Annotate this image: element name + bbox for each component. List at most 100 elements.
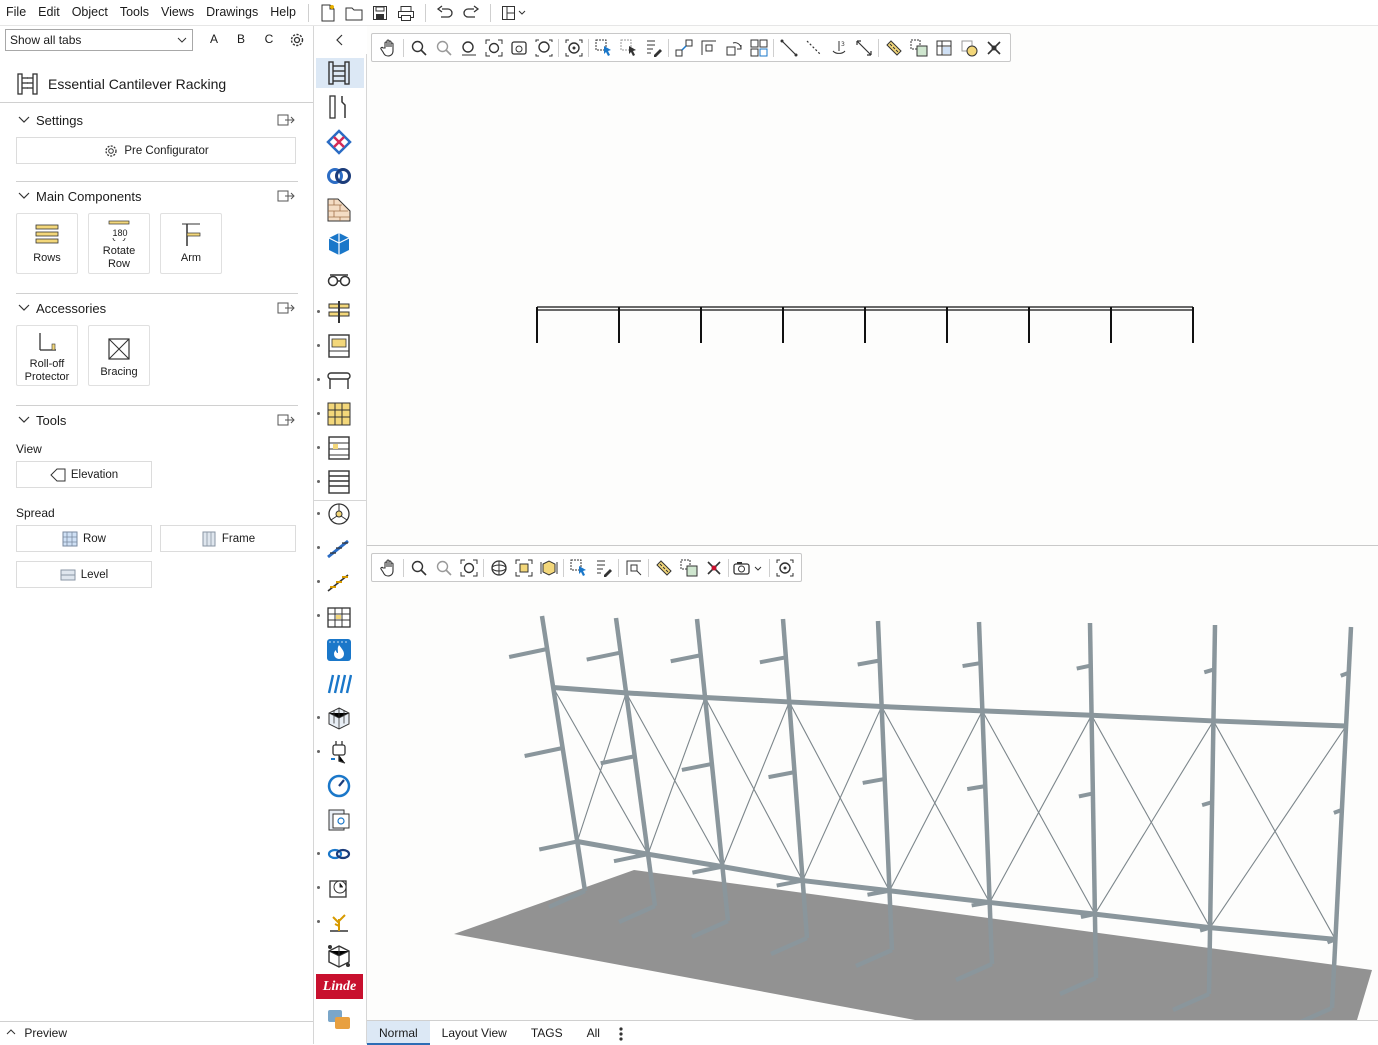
- gauge-icon[interactable]: [326, 773, 352, 799]
- fire-icon[interactable]: [326, 637, 352, 663]
- 3d-viewport[interactable]: [367, 546, 1378, 1020]
- select-edit-icon[interactable]: [591, 556, 616, 580]
- select-icon[interactable]: [566, 556, 591, 580]
- linde-logo[interactable]: Linde: [316, 974, 363, 999]
- tab-normal[interactable]: Normal: [367, 1021, 430, 1045]
- arm-tile[interactable]: Arm: [160, 213, 222, 274]
- rings-icon[interactable]: [326, 163, 352, 189]
- export-icon[interactable]: [277, 414, 295, 429]
- tab-letter-c[interactable]: C: [261, 32, 277, 46]
- cantilever-arm: [862, 776, 886, 785]
- layout-icon[interactable]: [500, 3, 530, 23]
- tab-letter-b[interactable]: B: [233, 32, 249, 46]
- zoom-region-icon[interactable]: [431, 556, 456, 580]
- export-icon[interactable]: [277, 302, 295, 317]
- tab-tags[interactable]: TAGS: [519, 1021, 575, 1045]
- spread-level-button[interactable]: Level: [16, 561, 152, 588]
- tab-letter-a[interactable]: A: [206, 32, 222, 46]
- undo-icon[interactable]: [435, 3, 455, 23]
- stairs-icon[interactable]: [326, 535, 352, 561]
- book-icon[interactable]: [326, 807, 352, 833]
- rotate-row-tile[interactable]: 180 Rotate Row: [88, 213, 150, 274]
- conveyor-icon[interactable]: [326, 367, 352, 393]
- delete-icon[interactable]: [701, 556, 726, 580]
- gear-icon[interactable]: [288, 31, 306, 52]
- plug-icon[interactable]: [326, 739, 352, 765]
- export-icon[interactable]: [277, 114, 295, 129]
- wall-icon[interactable]: [326, 197, 352, 223]
- network-cube-icon[interactable]: [326, 943, 352, 969]
- menu-edit[interactable]: Edit: [32, 0, 66, 25]
- chevron-down-icon: [177, 37, 187, 43]
- 3d-cube-icon[interactable]: [326, 231, 352, 257]
- cantilever-arm: [776, 878, 804, 888]
- cantilever-arm: [759, 655, 787, 665]
- open-folder-icon[interactable]: [344, 3, 364, 23]
- preview-label: Preview: [24, 1026, 68, 1040]
- chevron-down-icon[interactable]: [18, 302, 30, 317]
- menu-file[interactable]: File: [0, 0, 32, 25]
- bracing-icon: [108, 338, 130, 360]
- ramp-icon[interactable]: [326, 671, 353, 697]
- glasses-icon[interactable]: [326, 265, 352, 291]
- racking-icon[interactable]: [326, 60, 352, 86]
- cantilever-arm: [768, 770, 795, 780]
- elevation-button[interactable]: Elevation: [16, 461, 152, 488]
- chain-icon[interactable]: [326, 841, 352, 867]
- chevron-down-icon[interactable]: [18, 114, 30, 129]
- export-icon[interactable]: [277, 190, 295, 205]
- frame-icon: [202, 531, 216, 546]
- chevron-down-icon[interactable]: [18, 190, 30, 205]
- center-view-icon[interactable]: [772, 556, 797, 580]
- hub-icon[interactable]: [326, 501, 352, 527]
- fit-all-icon[interactable]: [511, 556, 536, 580]
- dimension-icon[interactable]: [621, 556, 646, 580]
- view-box-icon[interactable]: [536, 556, 561, 580]
- spread-frame-button[interactable]: Frame: [160, 525, 296, 552]
- collapse-left-icon[interactable]: [334, 33, 346, 50]
- chevron-down-icon[interactable]: [18, 414, 30, 429]
- grid-rack-icon[interactable]: [326, 401, 352, 427]
- chevron-up-icon: [6, 1029, 16, 1035]
- tab-filter-select[interactable]: Show all tabs: [5, 29, 193, 51]
- plant-icon[interactable]: [326, 909, 352, 935]
- print-icon[interactable]: [396, 3, 416, 23]
- menu-help[interactable]: Help: [264, 0, 302, 25]
- stairs-2-icon[interactable]: [326, 569, 352, 595]
- pan-hand-icon[interactable]: [376, 556, 401, 580]
- shelf-icon[interactable]: [326, 435, 352, 461]
- redo-icon[interactable]: [461, 3, 481, 23]
- menu-tools[interactable]: Tools: [114, 0, 155, 25]
- menu-drawings[interactable]: Drawings: [200, 0, 264, 25]
- ladder-icon[interactable]: [326, 469, 352, 495]
- menu-views[interactable]: Views: [155, 0, 200, 25]
- save-icon[interactable]: [370, 3, 390, 23]
- zoom-icon[interactable]: [406, 556, 431, 580]
- clock-icon[interactable]: [326, 875, 352, 901]
- preview-bar[interactable]: Preview: [0, 1021, 313, 1045]
- tab-layout-view[interactable]: Layout View: [430, 1021, 519, 1045]
- beam-icon[interactable]: [326, 299, 352, 325]
- rolloff-protector-tile[interactable]: Roll-off Protector: [16, 325, 78, 386]
- pre-configurator-button[interactable]: Pre Configurator: [16, 137, 296, 164]
- copy-area-icon[interactable]: [676, 556, 701, 580]
- camera-icon[interactable]: [731, 556, 767, 580]
- spread-row-button[interactable]: Row: [16, 525, 152, 552]
- box-mesh-icon[interactable]: [326, 705, 352, 731]
- new-file-icon[interactable]: [318, 3, 338, 23]
- building-icon[interactable]: [326, 603, 352, 629]
- orbit-icon[interactable]: [486, 556, 511, 580]
- tools-icon[interactable]: [326, 94, 352, 120]
- menu-object[interactable]: Object: [66, 0, 114, 25]
- more-vertical-icon[interactable]: [612, 1021, 630, 1045]
- bracing-tile[interactable]: Bracing: [88, 325, 150, 386]
- ruler-icon[interactable]: [651, 556, 676, 580]
- plan-viewport[interactable]: 3: [367, 26, 1378, 545]
- shapes-icon[interactable]: [326, 1007, 352, 1033]
- pallet-icon[interactable]: [326, 333, 352, 359]
- zoom-fit-icon[interactable]: [456, 556, 481, 580]
- tab-all[interactable]: All: [575, 1021, 612, 1045]
- rows-tile[interactable]: Rows: [16, 213, 78, 274]
- mesh-icon[interactable]: [326, 129, 352, 155]
- arm-icon: [182, 223, 201, 246]
